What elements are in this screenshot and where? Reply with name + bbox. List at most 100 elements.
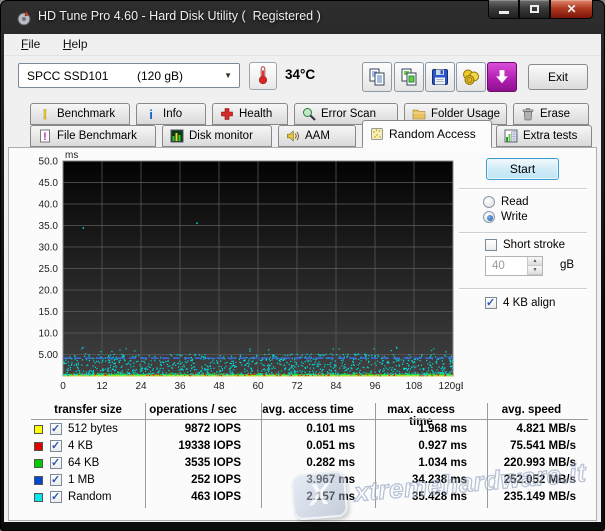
random-access-panel: 5.0010.015.020.025.030.035.040.045.050.0… xyxy=(8,147,597,521)
thermometer-icon xyxy=(252,64,274,86)
align-label: 4 KB align xyxy=(503,297,555,309)
write-radio[interactable] xyxy=(483,211,495,223)
tab-extra-tests[interactable]: Extra tests xyxy=(496,125,592,147)
menu-file[interactable]: File xyxy=(12,34,49,54)
dropdown-arrow-icon: ▼ xyxy=(224,71,232,80)
series-color-swatch xyxy=(34,459,43,468)
copy-text-button[interactable] xyxy=(362,62,392,92)
maximize-button[interactable] xyxy=(519,0,550,19)
donate-button[interactable] xyxy=(456,62,486,92)
temperature-button[interactable] xyxy=(249,62,277,90)
tab-file-benchmark[interactable]: ! File Benchmark xyxy=(30,125,156,147)
separator xyxy=(459,232,587,233)
series-color-swatch xyxy=(34,442,43,451)
align-checkbox[interactable] xyxy=(485,297,497,309)
tab-label: Benchmark xyxy=(57,108,115,120)
row-checkbox[interactable] xyxy=(50,457,62,469)
tab-erase[interactable]: Erase xyxy=(513,103,589,125)
row-checkbox[interactable] xyxy=(50,423,62,435)
svg-text:35.0: 35.0 xyxy=(39,221,59,232)
col-header-avg-access: avg. access time xyxy=(261,404,375,416)
spin-up-icon[interactable]: ▲ xyxy=(528,257,542,266)
max-access-value: 1.968 ms xyxy=(375,423,487,435)
stroke-size-value: 40 xyxy=(486,257,527,275)
ops-value: 19338 IOPS xyxy=(145,440,261,452)
svg-text:10.0: 10.0 xyxy=(39,329,59,340)
avg-access-value: 3.967 ms xyxy=(261,474,375,486)
info-icon: i xyxy=(144,107,158,121)
menu-help[interactable]: Help xyxy=(54,34,97,54)
avg-speed-value: 252.052 MB/s xyxy=(487,474,588,486)
minimize-icon xyxy=(499,11,509,14)
folder-icon xyxy=(412,107,426,121)
download-button[interactable] xyxy=(487,62,517,92)
magnifier-icon xyxy=(302,107,316,121)
tab-info[interactable]: i Info xyxy=(136,103,206,125)
col-header-transfer-size: transfer size xyxy=(31,404,145,416)
tab-label: File Benchmark xyxy=(57,130,137,142)
extra-tests-icon xyxy=(504,129,518,143)
drive-select[interactable]: SPCC SSD101 (120 gB) ▼ xyxy=(18,63,240,88)
row-checkbox[interactable] xyxy=(50,474,62,486)
separator xyxy=(459,288,587,289)
exit-button[interactable]: Exit xyxy=(528,64,588,90)
short-stroke-checkbox[interactable] xyxy=(485,239,497,251)
avg-speed-value: 75.541 MB/s xyxy=(487,440,588,452)
svg-text:15.0: 15.0 xyxy=(39,307,59,318)
temperature-value: 34°C xyxy=(285,67,315,82)
row-checkbox[interactable] xyxy=(50,491,62,503)
table-row: 1 MB 252 IOPS 3.967 ms 34.238 ms 252.052… xyxy=(9,474,596,490)
copy-image-button[interactable] xyxy=(394,62,424,92)
random-access-chart: 5.0010.015.020.025.030.035.040.045.050.0… xyxy=(23,150,463,400)
stroke-unit-label: gB xyxy=(560,259,574,271)
tab-label: Disk monitor xyxy=(189,130,253,142)
tab-label: AAM xyxy=(305,130,330,142)
table-row: Random 463 IOPS 2.157 ms 35.428 ms 235.1… xyxy=(9,491,596,507)
svg-text:ms: ms xyxy=(65,150,78,161)
avg-speed-value: 4.821 MB/s xyxy=(487,423,588,435)
read-option[interactable]: Read xyxy=(483,196,529,208)
short-stroke-option[interactable]: Short stroke xyxy=(485,239,565,251)
svg-text:84: 84 xyxy=(330,381,342,392)
copy-image-icon xyxy=(399,67,419,87)
tab-strip: !! Benchmark i Info Health Error Scan Fo… xyxy=(4,100,601,147)
start-button[interactable]: Start xyxy=(486,158,559,180)
read-label: Read xyxy=(501,196,529,208)
save-button[interactable] xyxy=(425,62,455,92)
write-option[interactable]: Write xyxy=(483,211,528,223)
close-button[interactable]: ✕ xyxy=(550,0,593,19)
svg-text:30.0: 30.0 xyxy=(39,243,59,254)
avg-access-value: 0.282 ms xyxy=(261,457,375,469)
svg-text:40.0: 40.0 xyxy=(39,200,59,211)
align-option[interactable]: 4 KB align xyxy=(485,297,555,309)
minimize-button[interactable] xyxy=(488,0,519,19)
avg-speed-value: 220.993 MB/s xyxy=(487,457,588,469)
max-access-value: 1.034 ms xyxy=(375,457,487,469)
write-label: Write xyxy=(501,211,528,223)
tab-label: Health xyxy=(239,108,272,120)
tab-disk-monitor[interactable]: Disk monitor xyxy=(162,125,272,147)
svg-text:48: 48 xyxy=(213,381,225,392)
svg-text:20.0: 20.0 xyxy=(39,286,59,297)
series-color-swatch xyxy=(34,476,43,485)
tab-health[interactable]: Health xyxy=(212,103,288,125)
hd-tune-window: HD Tune Pro 4.60 - Hard Disk Utility ( R… xyxy=(0,0,605,531)
svg-text:25.0: 25.0 xyxy=(39,264,59,275)
row-label: 4 KB xyxy=(68,440,93,452)
download-arrow-icon xyxy=(493,68,511,86)
title-bar[interactable]: HD Tune Pro 4.60 - Hard Disk Utility ( R… xyxy=(0,0,605,34)
client-area: File Help SPCC SSD101 (120 gB) ▼ 34°C xyxy=(4,34,601,522)
tab-aam[interactable]: AAM xyxy=(278,125,356,147)
avg-speed-value: 235.149 MB/s xyxy=(487,491,588,503)
tab-random-access[interactable]: Random Access xyxy=(362,120,492,148)
file-benchmark-icon: ! xyxy=(38,129,52,143)
row-checkbox[interactable] xyxy=(50,440,62,452)
read-radio[interactable] xyxy=(483,196,495,208)
tab-benchmark[interactable]: !! Benchmark xyxy=(30,103,130,125)
stroke-size-spinner[interactable]: 40 ▲▼ xyxy=(485,256,543,276)
drive-name: SPCC SSD101 xyxy=(27,69,108,83)
tab-label: Info xyxy=(163,108,182,120)
header-underline xyxy=(31,419,588,420)
spin-down-icon[interactable]: ▼ xyxy=(528,266,542,275)
tab-label: Error Scan xyxy=(321,108,376,120)
